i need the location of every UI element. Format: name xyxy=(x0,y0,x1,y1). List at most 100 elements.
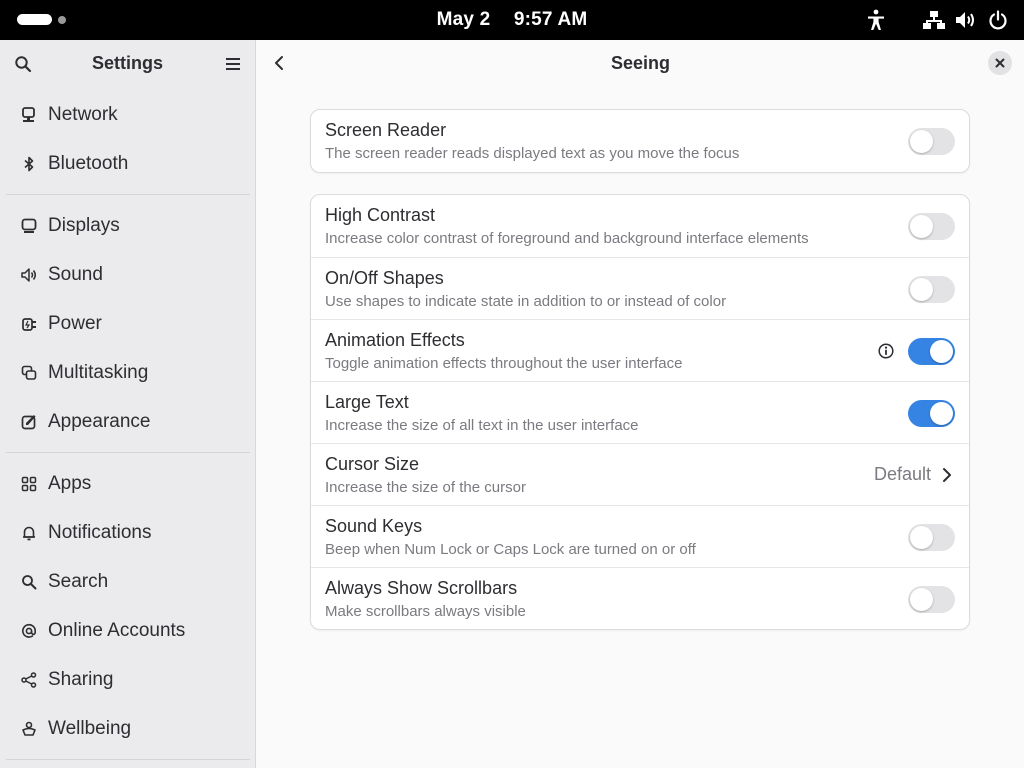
sidebar-item-label: Sharing xyxy=(48,668,114,690)
sidebar-item-label: Search xyxy=(48,570,109,592)
sidebar-item-network[interactable]: Network xyxy=(0,90,256,139)
bell-icon xyxy=(20,524,38,542)
sidebar-item-label: Power xyxy=(48,312,102,334)
at-icon xyxy=(20,622,38,640)
sidebar-item-search[interactable]: Search xyxy=(0,557,256,606)
row-title: Sound Keys xyxy=(325,516,423,536)
sound-keys-switch[interactable] xyxy=(908,524,955,551)
search-icon xyxy=(20,573,38,591)
main-menu-button[interactable] xyxy=(221,52,245,76)
sidebar-item-apps[interactable]: Apps xyxy=(0,459,256,508)
row-always-show-scrollbars[interactable]: Always Show Scrollbars Make scrollbars a… xyxy=(311,567,969,629)
share-icon xyxy=(20,671,38,689)
row-title: Always Show Scrollbars xyxy=(325,578,518,598)
row-animation-effects[interactable]: Animation Effects Toggle animation effec… xyxy=(311,319,969,381)
info-icon[interactable] xyxy=(878,343,894,359)
row-large-text[interactable]: Large Text Increase the size of all text… xyxy=(311,381,969,443)
sidebar-item-label: Displays xyxy=(48,214,120,236)
sidebar-item-label: Multitasking xyxy=(48,361,149,383)
switch-knob xyxy=(930,340,953,363)
row-subtitle: Toggle animation effects throughout the … xyxy=(325,355,683,372)
hamburger-menu-icon xyxy=(226,58,240,70)
row-cursor-size[interactable]: Cursor Size Increase the size of the cur… xyxy=(311,443,969,505)
row-subtitle: The screen reader reads displayed text a… xyxy=(325,145,740,162)
bluetooth-icon xyxy=(20,155,38,173)
on-off-shapes-switch[interactable] xyxy=(908,276,955,303)
close-icon xyxy=(995,58,1005,68)
sidebar-list: Network Bluetooth Displays Sound Power M… xyxy=(0,90,256,766)
chevron-right-icon xyxy=(943,468,951,482)
sidebar-item-power[interactable]: Power xyxy=(0,299,256,348)
screen-reader-card: Screen Reader The screen reader reads di… xyxy=(310,109,970,173)
page-title: Seeing xyxy=(610,53,671,73)
accessibility-icon[interactable] xyxy=(864,0,888,40)
sidebar-item-label: Notifications xyxy=(48,521,152,543)
switch-knob xyxy=(910,215,933,238)
row-subtitle: Make scrollbars always visible xyxy=(325,603,526,620)
row-subtitle: Increase the size of the cursor xyxy=(325,479,526,496)
sidebar-item-label: Bluetooth xyxy=(48,152,129,174)
switch-knob xyxy=(910,130,933,153)
sidebar-item-bluetooth[interactable]: Bluetooth xyxy=(0,139,256,188)
switch-knob xyxy=(930,402,953,425)
large-text-switch[interactable] xyxy=(908,400,955,427)
sidebar-item-multitasking[interactable]: Multitasking xyxy=(0,348,256,397)
appearance-icon xyxy=(20,413,38,431)
row-high-contrast[interactable]: High Contrast Increase color contrast of… xyxy=(311,195,969,257)
network-icon[interactable] xyxy=(922,0,946,40)
row-sound-keys[interactable]: Sound Keys Beep when Num Lock or Caps Lo… xyxy=(311,505,969,567)
sidebar-item-displays[interactable]: Displays xyxy=(0,201,256,250)
sidebar-item-notifications[interactable]: Notifications xyxy=(0,508,256,557)
sidebar: Settings Network Bluetooth Displays Soun… xyxy=(0,40,256,768)
seeing-options-card: High Contrast Increase color contrast of… xyxy=(310,194,970,630)
row-subtitle: Use shapes to indicate state in addition… xyxy=(325,293,727,310)
sidebar-item-label: Apps xyxy=(48,472,92,494)
volume-icon[interactable] xyxy=(954,0,978,40)
sidebar-separator xyxy=(6,759,250,760)
sidebar-item-sharing[interactable]: Sharing xyxy=(0,655,256,704)
animation-effects-switch[interactable] xyxy=(908,338,955,365)
screen-reader-switch[interactable] xyxy=(908,128,955,155)
row-title: On/Off Shapes xyxy=(325,268,444,288)
sidebar-item-label: Online Accounts xyxy=(48,619,186,641)
row-subtitle: Increase the size of all text in the use… xyxy=(325,417,639,434)
display-icon xyxy=(20,217,38,235)
row-subtitle: Increase color contrast of foreground an… xyxy=(325,230,809,247)
apps-grid-icon xyxy=(20,475,38,493)
row-subtitle: Beep when Num Lock or Caps Lock are turn… xyxy=(325,541,696,558)
sidebar-separator xyxy=(6,194,250,195)
row-screen-reader[interactable]: Screen Reader The screen reader reads di… xyxy=(311,110,969,172)
sidebar-item-label: Network xyxy=(48,103,118,125)
wellbeing-icon xyxy=(20,720,38,738)
sound-icon xyxy=(20,266,38,284)
sidebar-item-label: Sound xyxy=(48,263,103,285)
sidebar-title: Settings xyxy=(91,53,163,73)
time-label: 9:57 AM xyxy=(513,9,588,30)
content-pane: Seeing Screen Reader The screen reader r… xyxy=(257,40,1024,768)
row-title: Cursor Size xyxy=(325,454,420,474)
sidebar-item-label: Wellbeing xyxy=(48,717,132,739)
row-title: High Contrast xyxy=(325,205,436,225)
date-label: May 2 xyxy=(436,9,491,30)
power-icon[interactable] xyxy=(986,0,1010,40)
sidebar-separator xyxy=(6,452,250,453)
sidebar-item-online-accounts[interactable]: Online Accounts xyxy=(0,606,256,655)
sidebar-item-wellbeing[interactable]: Wellbeing xyxy=(0,704,256,753)
close-button[interactable] xyxy=(988,51,1012,75)
row-on-off-shapes[interactable]: On/Off Shapes Use shapes to indicate sta… xyxy=(311,257,969,319)
switch-knob xyxy=(910,278,933,301)
multitasking-icon xyxy=(20,364,38,382)
high-contrast-switch[interactable] xyxy=(908,213,955,240)
sidebar-item-sound[interactable]: Sound xyxy=(0,250,256,299)
top-bar: May 2 9:57 AM xyxy=(0,0,1024,40)
sidebar-header: Settings xyxy=(0,40,255,86)
row-title: Large Text xyxy=(325,392,409,412)
cursor-size-value: Default xyxy=(873,464,931,484)
always-show-scrollbars-switch[interactable] xyxy=(908,586,955,613)
network-icon xyxy=(20,106,38,124)
sidebar-item-appearance[interactable]: Appearance xyxy=(0,397,256,446)
row-title: Animation Effects xyxy=(325,330,465,350)
power-plug-icon xyxy=(20,315,38,333)
content-header: Seeing xyxy=(257,40,1024,86)
switch-knob xyxy=(910,526,933,549)
